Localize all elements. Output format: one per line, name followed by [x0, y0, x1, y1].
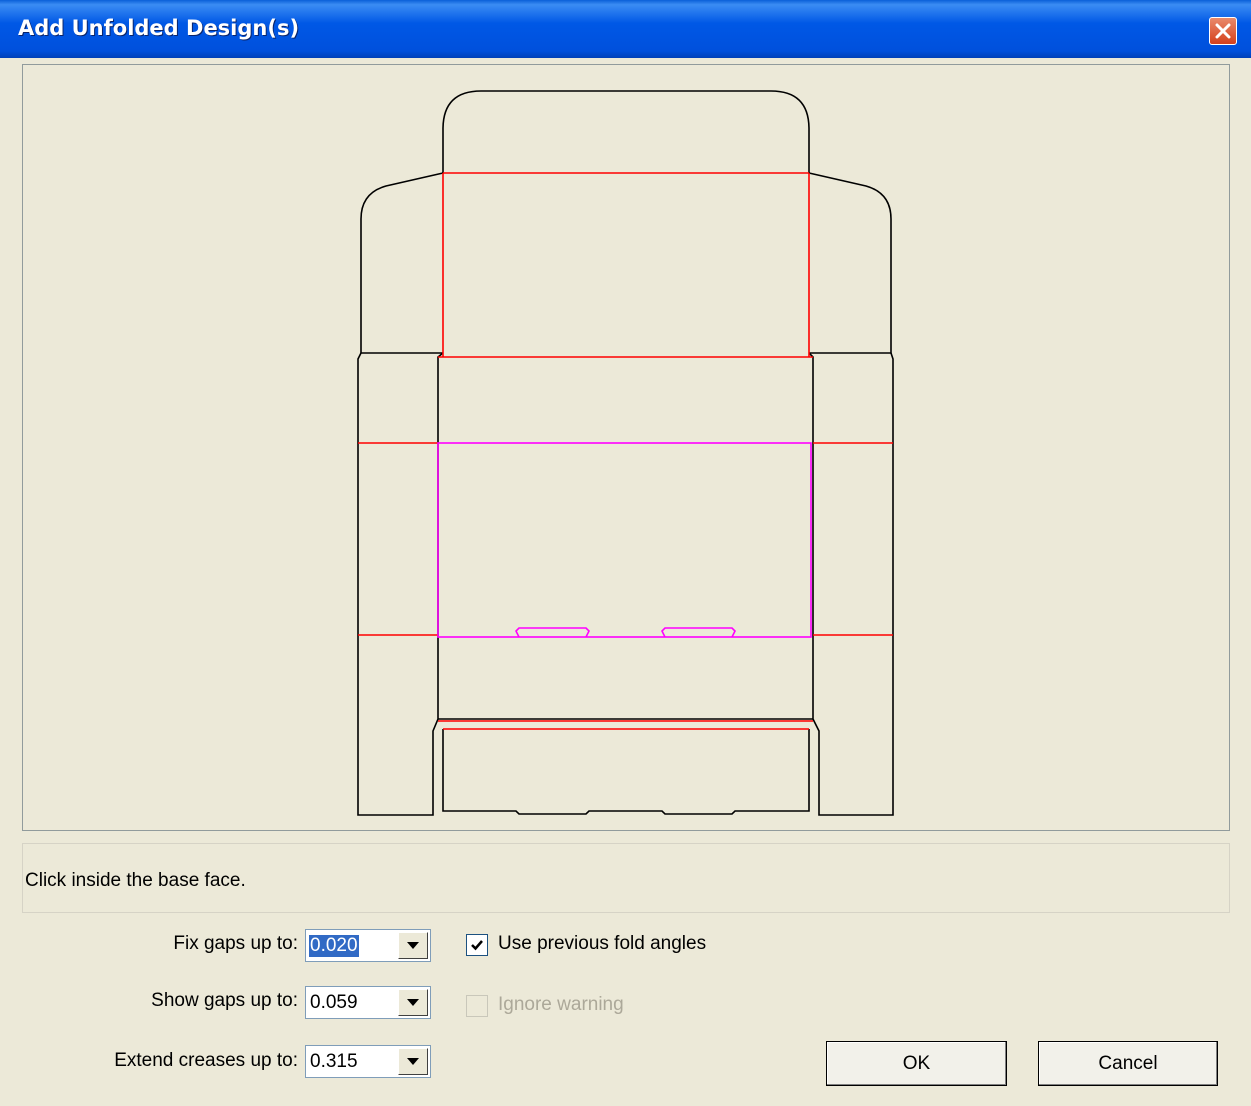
use-previous-fold-angles-checkbox[interactable]	[466, 934, 488, 956]
fix-gaps-combobox[interactable]: 0.020	[305, 929, 431, 962]
unfolded-design-drawing[interactable]	[23, 65, 1231, 832]
extend-creases-label: Extend creases up to:	[114, 1050, 298, 1071]
show-gaps-label: Show gaps up to:	[151, 990, 298, 1011]
design-preview-canvas[interactable]	[22, 64, 1230, 831]
fix-gaps-value[interactable]: 0.020	[309, 935, 359, 957]
title-bar[interactable]: Add Unfolded Design(s)	[0, 0, 1251, 58]
window-title: Add Unfolded Design(s)	[18, 16, 300, 40]
extend-creases-combobox[interactable]: 0.315	[305, 1045, 431, 1078]
chevron-down-icon	[407, 1058, 419, 1065]
base-face	[437, 442, 812, 638]
close-icon	[1215, 23, 1231, 39]
dialog-window: Add Unfolded Design(s) Click inside the …	[0, 0, 1251, 1106]
extend-creases-value[interactable]: 0.315	[309, 1051, 359, 1073]
close-button[interactable]	[1209, 17, 1237, 45]
show-gaps-value[interactable]: 0.059	[309, 992, 359, 1014]
ok-button[interactable]: OK	[826, 1041, 1007, 1086]
ignore-warning-checkbox[interactable]	[466, 995, 488, 1017]
ignore-warning-label[interactable]: Ignore warning	[498, 994, 624, 1016]
fix-gaps-label: Fix gaps up to:	[173, 933, 298, 954]
fix-gaps-dropdown-button[interactable]	[398, 932, 428, 959]
check-icon	[471, 940, 483, 951]
chevron-down-icon	[407, 999, 419, 1006]
extend-creases-dropdown-button[interactable]	[398, 1048, 428, 1075]
show-gaps-dropdown-button[interactable]	[398, 989, 428, 1016]
cancel-button[interactable]: Cancel	[1038, 1041, 1218, 1086]
status-panel: Click inside the base face.	[22, 843, 1230, 913]
use-previous-fold-angles-label[interactable]: Use previous fold angles	[498, 933, 706, 955]
show-gaps-combobox[interactable]: 0.059	[305, 986, 431, 1019]
chevron-down-icon	[407, 942, 419, 949]
status-message: Click inside the base face.	[25, 870, 246, 891]
